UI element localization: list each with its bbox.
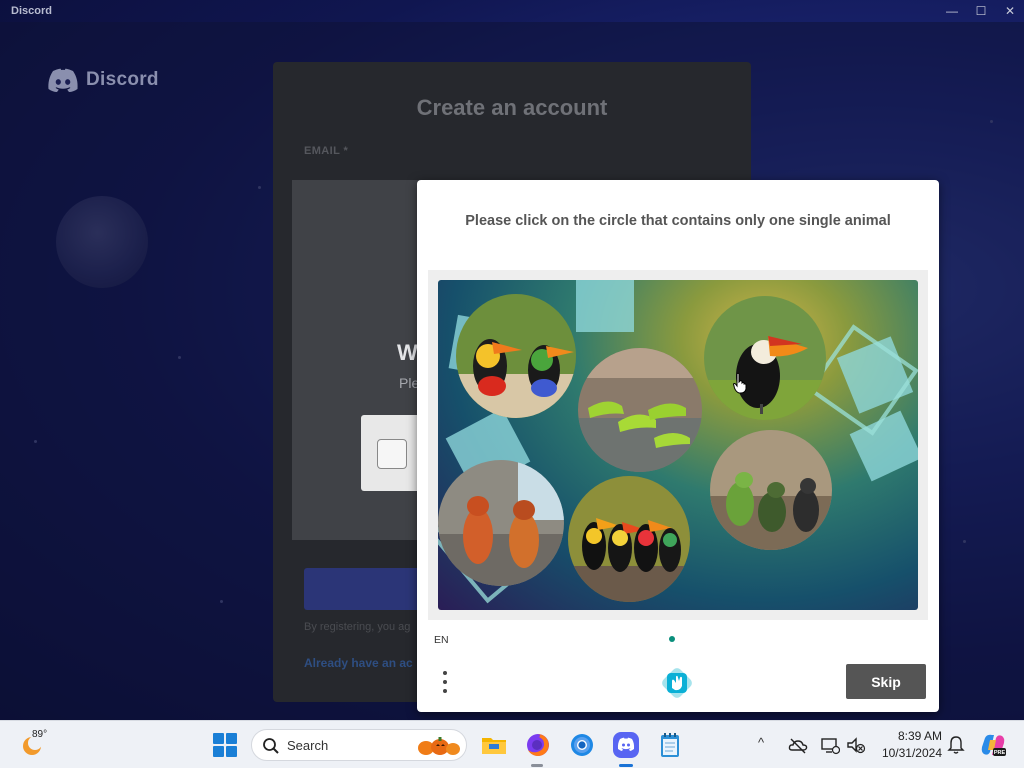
search-placeholder: Search <box>287 738 329 753</box>
option-lizards-on-rock[interactable] <box>578 348 702 472</box>
notepad-icon[interactable] <box>656 731 684 759</box>
start-logo-tile <box>213 746 224 757</box>
challenge-prompt: Please click on the circle that contains… <box>465 213 891 229</box>
option-four-toucans-on-fence[interactable] <box>568 476 690 602</box>
challenge-image <box>438 280 918 610</box>
close-button[interactable]: ✕ <box>996 2 1024 20</box>
discord-icon[interactable] <box>612 731 640 759</box>
discord-logo: Discord <box>48 68 159 92</box>
onedrive-offline-icon[interactable] <box>788 735 808 755</box>
skip-button[interactable]: Skip <box>846 664 926 699</box>
logo-text: Discord <box>86 69 159 90</box>
captcha-checkbox-card <box>361 415 421 491</box>
svg-text:PRE: PRE <box>994 750 1006 756</box>
show-hidden-icons-chevron[interactable]: ^ <box>758 735 764 750</box>
search-icon <box>263 738 279 754</box>
option-two-toucans[interactable] <box>456 294 576 418</box>
firefox-icon[interactable] <box>524 731 552 759</box>
discord-logo-icon <box>48 68 78 92</box>
title-bar[interactable]: Discord — ☐ ✕ <box>0 0 1024 22</box>
progress-dot <box>669 636 675 642</box>
clock-date[interactable]: 10/31/2024 <box>866 746 942 760</box>
option-two-lizards-on-sofa[interactable] <box>438 460 564 586</box>
menu-dot <box>443 680 447 684</box>
maximize-button[interactable]: ☐ <box>967 2 995 20</box>
language-selector[interactable]: EN <box>434 634 449 646</box>
start-logo-tile <box>213 733 224 744</box>
taskbar-search[interactable]: Search <box>251 729 467 761</box>
challenge-image-frame <box>428 270 928 620</box>
halloween-pumpkins-icon <box>418 737 460 755</box>
captcha-backdrop-heading: W <box>397 340 418 365</box>
clock-time[interactable]: 8:39 AM <box>878 729 942 743</box>
hcaptcha-logo-icon <box>662 668 692 698</box>
start-button[interactable] <box>213 733 237 757</box>
login-link[interactable]: Already have an ac <box>304 656 413 670</box>
copilot-icon[interactable]: PRE <box>980 732 1006 758</box>
decor-shape <box>576 280 634 332</box>
start-logo-tile <box>226 733 237 744</box>
minimize-button[interactable]: — <box>938 2 966 20</box>
menu-dot <box>443 671 447 675</box>
continue-button[interactable] <box>304 568 434 610</box>
captcha-checkbox[interactable] <box>377 439 407 469</box>
option-single-toucan[interactable] <box>704 296 826 420</box>
file-explorer-icon[interactable] <box>480 731 508 759</box>
email-label: EMAIL * <box>304 145 349 157</box>
weather-temperature: 89° <box>32 729 48 740</box>
firefox-running-indicator <box>531 764 543 767</box>
hand-cursor-icon <box>733 372 747 394</box>
chrome-icon[interactable] <box>568 731 596 759</box>
volume-muted-icon[interactable] <box>846 735 866 755</box>
hcaptcha-challenge: Please click on the circle that contains… <box>417 180 939 712</box>
window-title: Discord <box>11 5 52 17</box>
menu-dot <box>443 689 447 693</box>
discord-window: Discord — ☐ ✕ Discord Create an account … <box>0 0 1024 720</box>
more-options-button[interactable] <box>439 670 451 694</box>
terms-text: By registering, you ag <box>304 621 411 633</box>
start-logo-tile <box>226 746 237 757</box>
option-three-lizards-in-room[interactable] <box>710 430 832 550</box>
taskbar: 89° Search ^ 8:39 AM 10/31/2024 PRE <box>0 720 1024 768</box>
page-title: Create an account <box>416 95 608 120</box>
discord-active-indicator <box>619 764 633 767</box>
notification-bell-icon[interactable] <box>947 735 965 755</box>
network-icon[interactable] <box>820 735 840 755</box>
